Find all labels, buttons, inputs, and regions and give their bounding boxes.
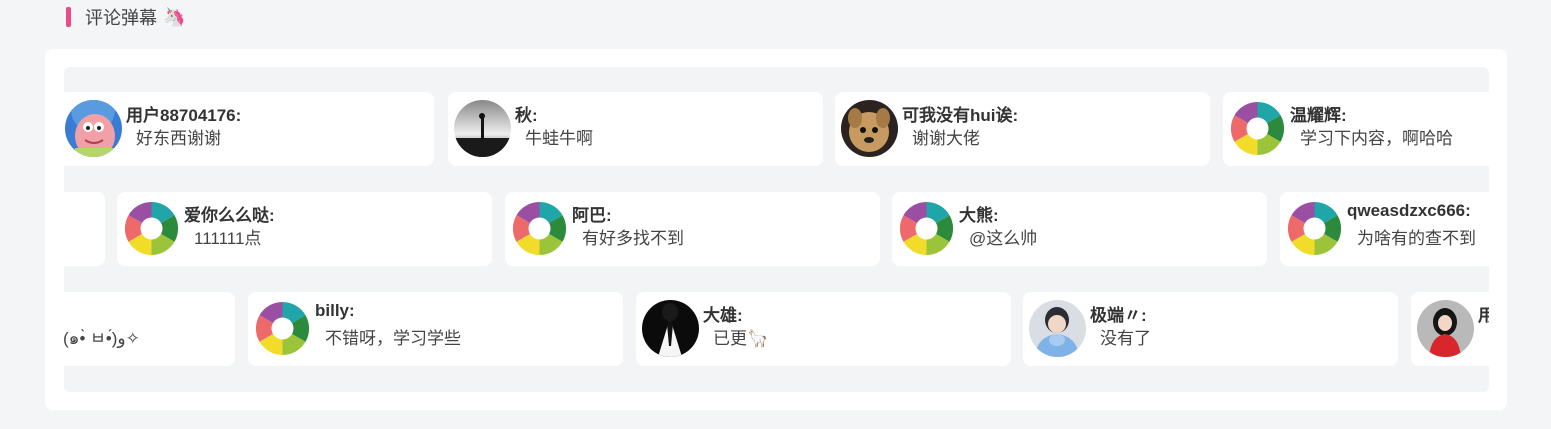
danmu-username: 爱你么么哒: bbox=[184, 206, 275, 225]
silhouette-photo-avatar bbox=[454, 100, 511, 157]
danmu-username: 用 bbox=[1478, 306, 1489, 325]
girl-photo-avatar bbox=[1417, 300, 1474, 357]
danmu-username: 大雄: bbox=[703, 306, 743, 325]
default-avatar bbox=[1286, 200, 1343, 257]
danmu-username: qweasdzxc666: bbox=[1347, 201, 1471, 220]
default-avatar bbox=[898, 200, 955, 257]
danmu-message: 有好多找不到 bbox=[582, 229, 684, 248]
default-avatar bbox=[254, 300, 311, 357]
danmu-item[interactable] bbox=[64, 192, 105, 266]
danmu-item[interactable]: 用户88704176: 好东西谢谢 bbox=[64, 92, 434, 166]
danmu-item[interactable]: 可我没有hui诶: 谢谢大佬 bbox=[835, 92, 1210, 166]
danmu-item[interactable]: 阿巴: 有好多找不到 bbox=[505, 192, 880, 266]
danmu-message: (๑•̀ ㅂ•́)و✧ bbox=[64, 329, 140, 348]
danmu-item[interactable]: 大雄: 已更🦙 bbox=[636, 292, 1011, 366]
danmu-message: 不错呀，学习学些 bbox=[325, 329, 461, 348]
danmu-message: 为啥有的查不到 bbox=[1357, 229, 1476, 248]
danmu-message: 牛蛙牛啊 bbox=[525, 129, 593, 148]
danmu-username: 用户88704176: bbox=[126, 106, 242, 125]
danmu-message: 学习下内容，啊哈哈 bbox=[1300, 129, 1453, 148]
danmu-item[interactable]: 温耀辉: 学习下内容，啊哈哈 bbox=[1223, 92, 1489, 166]
default-avatar bbox=[511, 200, 568, 257]
danmu-item[interactable]: 爱你么么哒: 111111点 bbox=[117, 192, 492, 266]
unicorn-icon: 🦄 bbox=[163, 6, 186, 27]
danmu-item[interactable]: qweasdzxc666: 为啥有的查不到 bbox=[1280, 192, 1489, 266]
danmu-message: 没有了 bbox=[1100, 329, 1151, 348]
danmu-item[interactable]: 极端〃: 没有了 bbox=[1023, 292, 1398, 366]
patrick-star-avatar bbox=[65, 100, 122, 157]
danmu-username: billy: bbox=[315, 301, 355, 320]
default-avatar bbox=[1229, 100, 1286, 157]
danmu-item[interactable]: 秋: 牛蛙牛啊 bbox=[448, 92, 823, 166]
danmu-item[interactable]: (๑•̀ ㅂ•́)و✧ bbox=[64, 292, 235, 366]
section-header: 评论弹幕 🦄 bbox=[66, 5, 185, 29]
danmu-item[interactable]: billy: 不错呀，学习学些 bbox=[248, 292, 623, 366]
danmu-message: 已更🦙 bbox=[713, 329, 769, 348]
danmu-item[interactable]: 大熊: @这么帅 bbox=[892, 192, 1267, 266]
danmu-item[interactable]: 用 bbox=[1411, 292, 1489, 366]
person-photo-avatar bbox=[1029, 300, 1086, 357]
danmu-card: 用户88704176: 好东西谢谢 秋: 牛蛙牛啊 可我没有hui诶: 谢谢大佬… bbox=[45, 49, 1507, 410]
danmu-message: 111111点 bbox=[194, 229, 262, 248]
danmu-username: 阿巴: bbox=[572, 206, 612, 225]
danmu-username: 极端〃: bbox=[1090, 306, 1147, 325]
section-title: 评论弹幕 bbox=[85, 8, 157, 28]
danmu-username: 温耀辉: bbox=[1290, 106, 1347, 125]
danmu-message: @这么帅 bbox=[969, 229, 1038, 248]
dog-photo-avatar bbox=[841, 100, 898, 157]
danmu-username: 大熊: bbox=[959, 206, 999, 225]
title-accent-bar bbox=[66, 7, 71, 27]
suit-photo-avatar bbox=[642, 300, 699, 357]
danmu-track: 用户88704176: 好东西谢谢 秋: 牛蛙牛啊 可我没有hui诶: 谢谢大佬… bbox=[64, 67, 1489, 392]
danmu-username: 秋: bbox=[515, 106, 538, 125]
default-avatar bbox=[123, 200, 180, 257]
danmu-message: 好东西谢谢 bbox=[136, 129, 221, 148]
danmu-username: 可我没有hui诶: bbox=[902, 106, 1019, 125]
danmu-message: 谢谢大佬 bbox=[912, 129, 980, 148]
